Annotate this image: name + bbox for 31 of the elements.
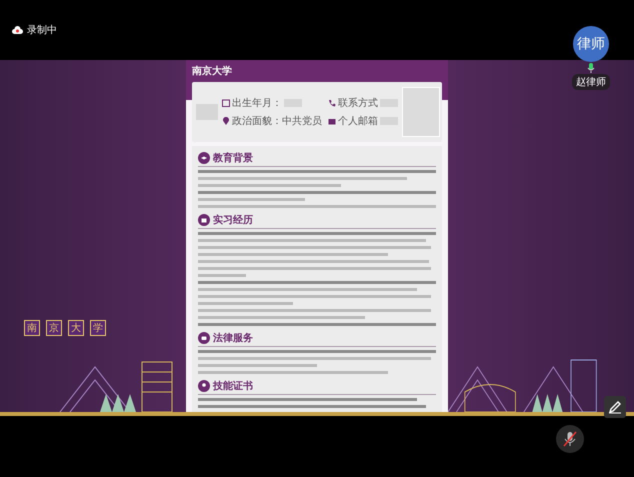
briefcase-icon xyxy=(328,117,336,125)
annotate-button[interactable] xyxy=(604,396,626,418)
photo-placeholder xyxy=(402,87,440,137)
contact-label: 政治面貌：中共党员 xyxy=(232,114,322,128)
participant-avatar[interactable]: 律师 xyxy=(573,26,609,62)
pen-icon xyxy=(608,400,622,414)
section-icon xyxy=(198,214,210,226)
calendar-icon xyxy=(222,99,230,107)
muted-mic-icon xyxy=(563,431,577,447)
seal-character: 南 xyxy=(24,320,40,336)
participant-name: 赵律师 xyxy=(572,74,610,90)
seal-character: 学 xyxy=(90,320,106,336)
section-icon xyxy=(198,332,210,344)
section-heading: 实习经历 xyxy=(213,213,253,227)
section-heading: 技能证书 xyxy=(213,380,253,393)
seal-character: 京 xyxy=(46,320,62,336)
section-icon xyxy=(198,152,210,164)
location-pin-icon xyxy=(222,117,230,125)
cloud-icon xyxy=(12,26,23,34)
section-heading: 法律服务 xyxy=(213,332,253,345)
blurred-text-line xyxy=(198,274,246,277)
recording-status: 录制中 xyxy=(27,24,57,37)
microphone-button[interactable] xyxy=(556,425,584,453)
contact-label: 出生年月： xyxy=(232,96,282,110)
phone-icon xyxy=(328,99,336,107)
contact-label: 个人邮箱 xyxy=(338,114,378,128)
seal-character: 大 xyxy=(68,320,84,336)
contact-label: 联系方式 xyxy=(338,96,378,110)
university-logo: 南京大学 xyxy=(192,64,232,78)
section-heading: 教育背景 xyxy=(213,151,253,165)
section-icon xyxy=(198,380,210,392)
